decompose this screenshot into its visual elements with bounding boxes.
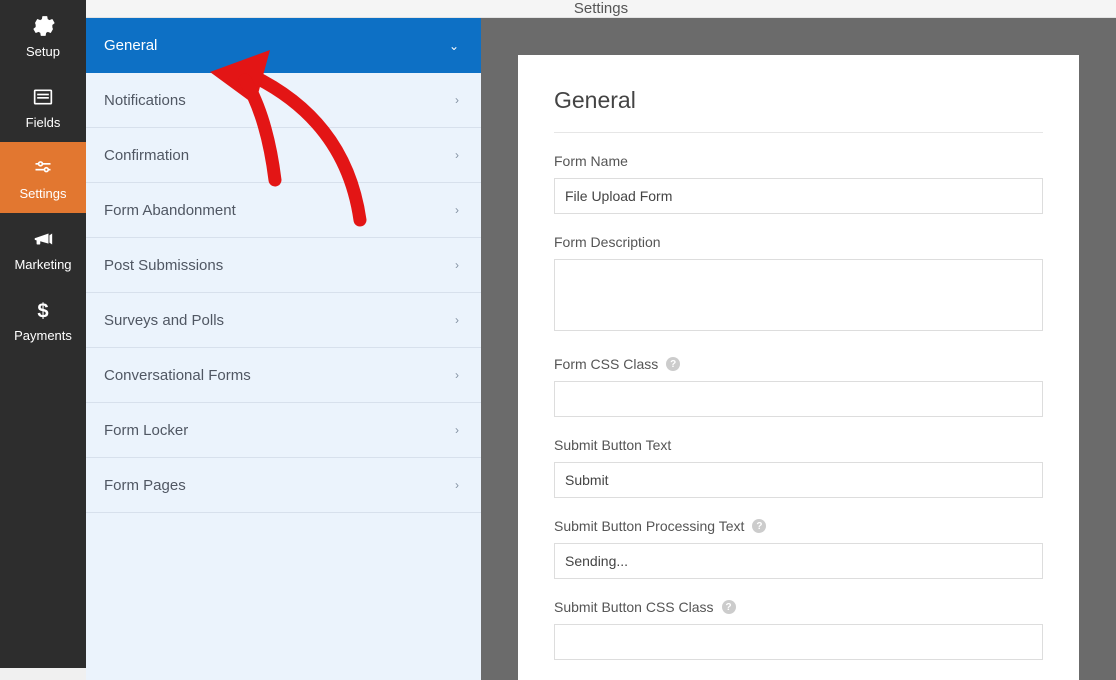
accordion-label: Conversational Forms [104, 367, 251, 384]
form-card: General Form Name Form Description Form … [518, 55, 1079, 680]
sidebar-label: Marketing [14, 257, 71, 272]
chevron-right-icon: › [455, 423, 459, 437]
panel-main: General Form Name Form Description Form … [481, 18, 1116, 680]
accordion-item-form-pages[interactable]: Form Pages › [86, 458, 481, 513]
accordion-item-surveys-polls[interactable]: Surveys and Polls › [86, 293, 481, 348]
annotation-arrow [200, 50, 400, 250]
label-form-description: Form Description [554, 234, 661, 250]
input-submit-text[interactable] [554, 462, 1043, 498]
input-submit-css-class[interactable] [554, 624, 1043, 660]
field-form-css-class: Form CSS Class ? [554, 356, 1043, 417]
sidebar: Setup Fields Settings Marketing $ Paymen… [0, 0, 86, 668]
input-form-description[interactable] [554, 259, 1043, 331]
help-icon[interactable]: ? [722, 600, 736, 614]
label-submit-processing: Submit Button Processing Text [554, 518, 744, 534]
chevron-right-icon: › [455, 258, 459, 272]
accordion-item-conversational-forms[interactable]: Conversational Forms › [86, 348, 481, 403]
chevron-right-icon: › [455, 93, 459, 107]
megaphone-icon [30, 226, 56, 252]
label-form-name: Form Name [554, 153, 628, 169]
accordion-label: Surveys and Polls [104, 312, 224, 329]
sidebar-label: Payments [14, 328, 72, 343]
accordion-label: Confirmation [104, 147, 189, 164]
field-form-name: Form Name [554, 153, 1043, 214]
accordion-item-form-locker[interactable]: Form Locker › [86, 403, 481, 458]
help-icon[interactable]: ? [752, 519, 766, 533]
page-title: Settings [574, 0, 628, 17]
field-submit-processing: Submit Button Processing Text ? [554, 518, 1043, 579]
label-submit-text: Submit Button Text [554, 437, 671, 453]
input-form-css-class[interactable] [554, 381, 1043, 417]
accordion-label: Notifications [104, 92, 186, 109]
sidebar-item-setup[interactable]: Setup [0, 0, 86, 71]
fields-icon [30, 84, 56, 110]
dollar-icon: $ [30, 297, 56, 323]
sidebar-label: Settings [20, 186, 67, 201]
label-form-css-class: Form CSS Class [554, 356, 658, 372]
help-icon[interactable]: ? [666, 357, 680, 371]
topbar: Settings [86, 0, 1116, 18]
sidebar-label: Fields [26, 115, 61, 130]
accordion-label: Form Locker [104, 422, 188, 439]
sidebar-item-payments[interactable]: $ Payments [0, 284, 86, 355]
form-heading: General [554, 87, 1043, 133]
chevron-right-icon: › [455, 478, 459, 492]
chevron-right-icon: › [455, 313, 459, 327]
field-submit-css-class: Submit Button CSS Class ? [554, 599, 1043, 660]
svg-text:$: $ [37, 300, 48, 322]
chevron-right-icon: › [455, 148, 459, 162]
sidebar-item-marketing[interactable]: Marketing [0, 213, 86, 284]
sidebar-item-fields[interactable]: Fields [0, 71, 86, 142]
input-form-name[interactable] [554, 178, 1043, 214]
chevron-right-icon: › [455, 203, 459, 217]
input-submit-processing[interactable] [554, 543, 1043, 579]
chevron-right-icon: › [455, 368, 459, 382]
field-form-description: Form Description [554, 234, 1043, 336]
field-submit-text: Submit Button Text [554, 437, 1043, 498]
accordion-label: General [104, 37, 157, 54]
accordion-label: Post Submissions [104, 257, 223, 274]
sidebar-label: Setup [26, 44, 60, 59]
chevron-down-icon: ⌄ [449, 39, 459, 53]
sliders-icon [30, 155, 56, 181]
sidebar-item-settings[interactable]: Settings [0, 142, 86, 213]
label-submit-css-class: Submit Button CSS Class [554, 599, 714, 615]
gear-icon [30, 13, 56, 39]
accordion-label: Form Pages [104, 477, 186, 494]
